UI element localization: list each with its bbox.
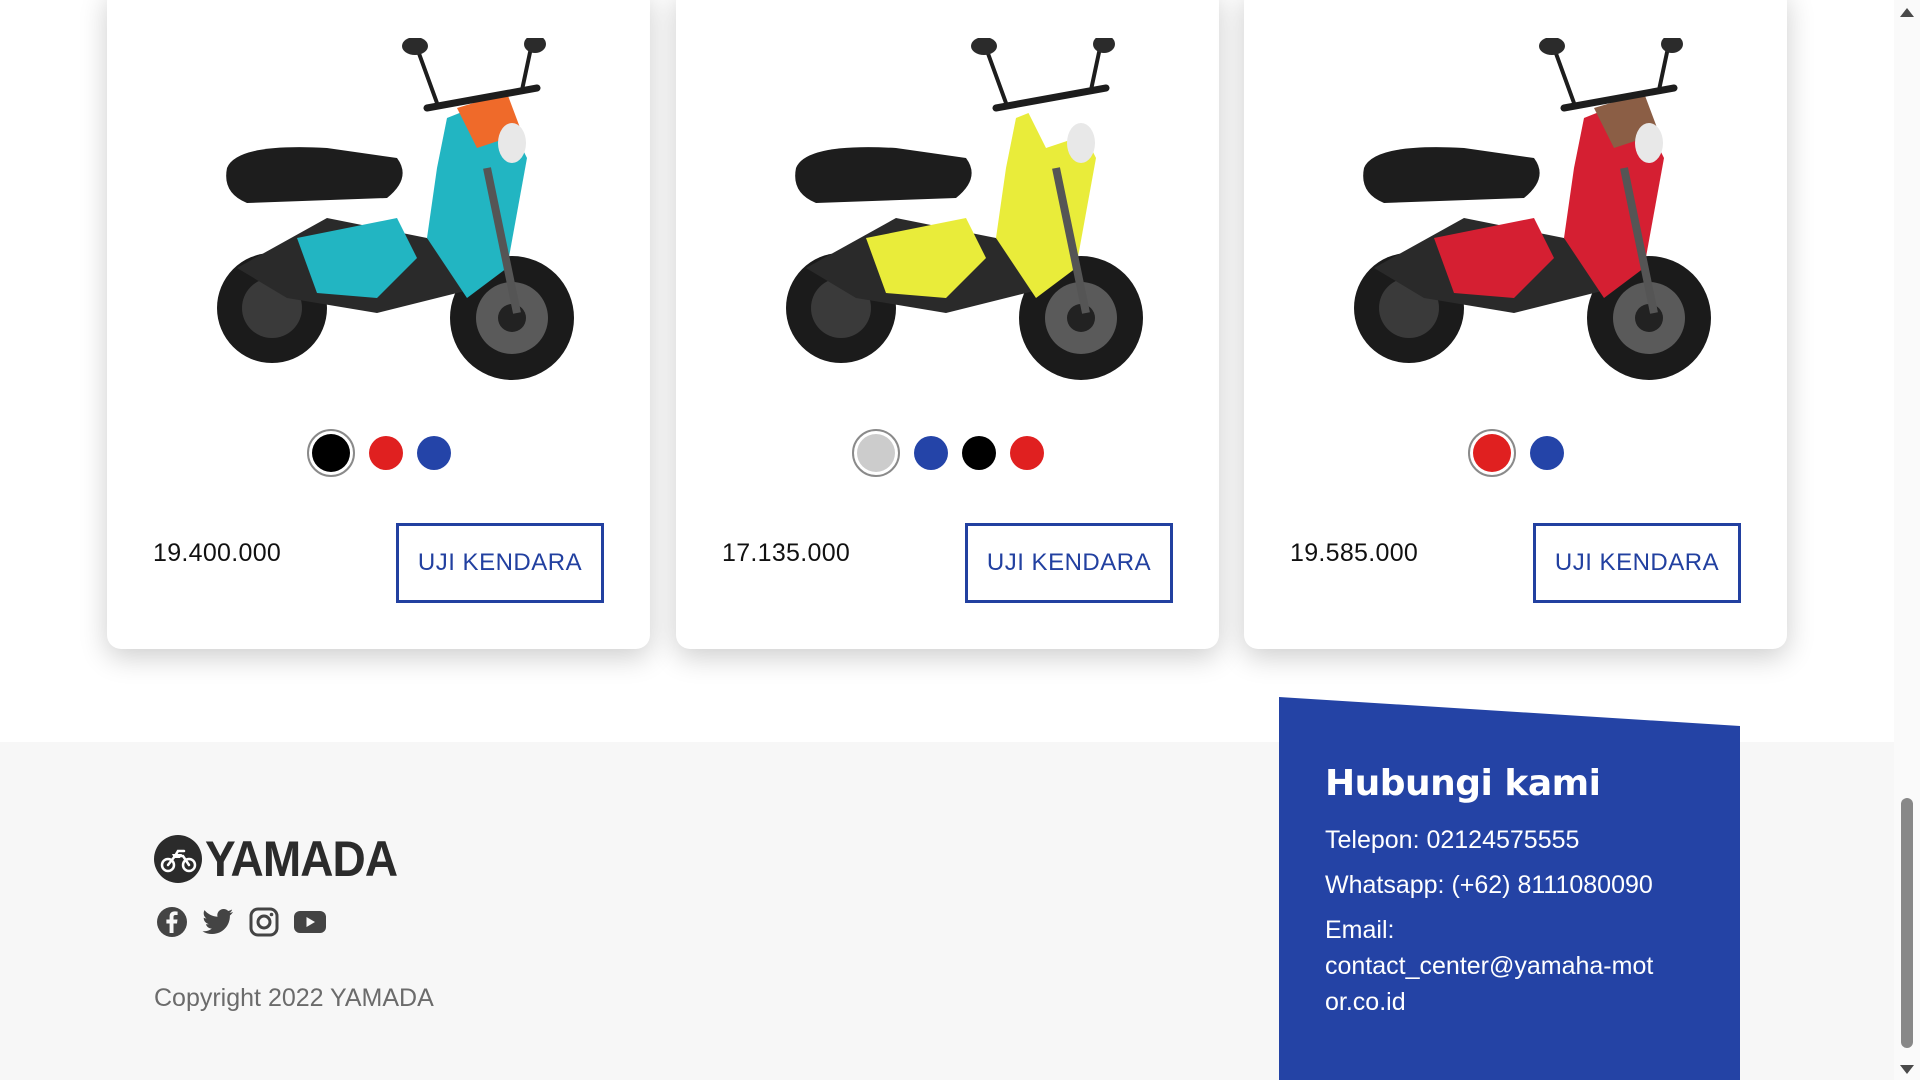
- copyright-text: Copyright 2022 YAMADA: [154, 984, 434, 1012]
- product-card: 19.400.000 UJI KENDARA: [107, 0, 650, 649]
- contact-box: Hubungi kami Telepon: 02124575555 Whatsa…: [1279, 697, 1740, 1080]
- vertical-scrollbar[interactable]: [1894, 0, 1920, 1080]
- test-drive-button[interactable]: UJI KENDARA: [965, 523, 1173, 603]
- color-swatch[interactable]: [1009, 436, 1044, 470]
- motorcycle-image: [1354, 38, 1711, 380]
- color-swatch[interactable]: [851, 429, 900, 477]
- facebook-link[interactable]: [155, 906, 189, 940]
- color-swatch[interactable]: [961, 436, 996, 470]
- test-drive-button[interactable]: UJI KENDARA: [1533, 523, 1741, 603]
- product-price: 19.585.000: [1290, 539, 1419, 567]
- color-swatch[interactable]: [306, 429, 355, 477]
- product-card: 17.135.000 UJI KENDARA: [676, 0, 1219, 649]
- twitter-icon: [202, 909, 233, 934]
- product-price: 19.400.000: [153, 539, 282, 567]
- color-swatch-dot: [1472, 434, 1511, 472]
- instagram-icon: [249, 907, 279, 937]
- youtube-icon: [294, 911, 326, 933]
- color-options: [107, 429, 650, 477]
- motorcycle-logo-icon: [154, 835, 202, 883]
- product-card: 19.585.000 UJI KENDARA: [1244, 0, 1787, 649]
- color-swatch[interactable]: [416, 436, 451, 470]
- color-swatch[interactable]: [913, 436, 948, 470]
- motorcycle-image: [217, 38, 574, 380]
- color-swatch[interactable]: [1529, 436, 1564, 470]
- test-drive-button[interactable]: UJI KENDARA: [396, 523, 604, 603]
- color-swatch[interactable]: [1467, 429, 1516, 477]
- scroll-down-arrow-icon[interactable]: [1900, 1065, 1914, 1074]
- twitter-link[interactable]: [201, 906, 235, 940]
- social-links: [155, 906, 327, 940]
- scrollbar-thumb[interactable]: [1901, 798, 1913, 1048]
- motorcycle-image: [786, 38, 1143, 380]
- brand-name: YAMADA: [205, 831, 398, 887]
- color-options: [1244, 429, 1787, 477]
- facebook-icon: [157, 907, 187, 937]
- brand-logo[interactable]: YAMADA: [153, 830, 414, 888]
- product-price: 17.135.000: [722, 539, 851, 567]
- contact-phone: Telepon: 02124575555: [1325, 826, 1580, 854]
- contact-email: contact_center@yamaha-motor.co.id: [1325, 952, 1654, 1016]
- color-swatch-dot: [856, 434, 895, 472]
- scroll-up-arrow-icon[interactable]: [1900, 8, 1914, 17]
- color-swatch[interactable]: [368, 436, 403, 470]
- contact-email-label: Email:: [1325, 916, 1395, 944]
- color-options: [676, 429, 1219, 477]
- contact-whatsapp: Whatsapp: (+62) 8111080090: [1325, 871, 1653, 899]
- instagram-link[interactable]: [247, 906, 281, 940]
- color-swatch-dot: [311, 434, 350, 472]
- product-list: 19.400.000 UJI KENDARA 17.135.000 UJI KE…: [0, 0, 1894, 740]
- contact-title: Hubungi kami: [1325, 763, 1601, 804]
- youtube-link[interactable]: [293, 906, 327, 940]
